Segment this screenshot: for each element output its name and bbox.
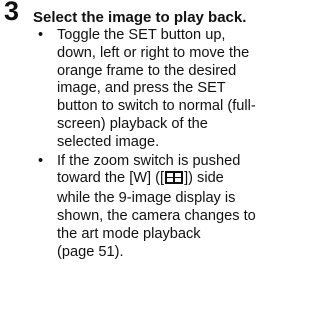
art-mode-grid-icon [165, 171, 184, 190]
text-line: orange frame to the desired [57, 62, 237, 79]
instruction-list: • Toggle the SET button up, down, left o… [34, 27, 319, 261]
text-fragment: toward the [W] ([ [57, 170, 165, 187]
list-item: • Toggle the SET button up, down, left o… [34, 27, 319, 152]
text-line: shown, the camera changes to [57, 207, 256, 224]
list-item: • If the zoom switch is pushed toward th… [34, 153, 319, 262]
text-fragment: ]) side [184, 170, 224, 187]
text-line: while the 9-image display is [57, 190, 236, 207]
text-line: (page 51). [57, 243, 124, 260]
text-line: down, left or right to move the [57, 44, 250, 61]
step-number: 3 [4, 0, 20, 26]
step-title: Select the image to play back. [33, 9, 247, 26]
bullet-marker: • [38, 27, 44, 43]
text-line: the art mode playback [57, 225, 201, 242]
bullet-marker: • [38, 152, 44, 169]
text-line: If the zoom switch is pushed [57, 152, 241, 169]
text-line: Toggle the SET button up, [57, 27, 226, 43]
text-line: selected image. [57, 133, 160, 150]
text-line: image, and press the SET [57, 80, 226, 97]
text-line: button to switch to normal (full- [57, 98, 256, 115]
text-line-with-icon: toward the [W] ([ ]) side [57, 170, 319, 190]
text-line: screen) playback of the [57, 115, 208, 132]
